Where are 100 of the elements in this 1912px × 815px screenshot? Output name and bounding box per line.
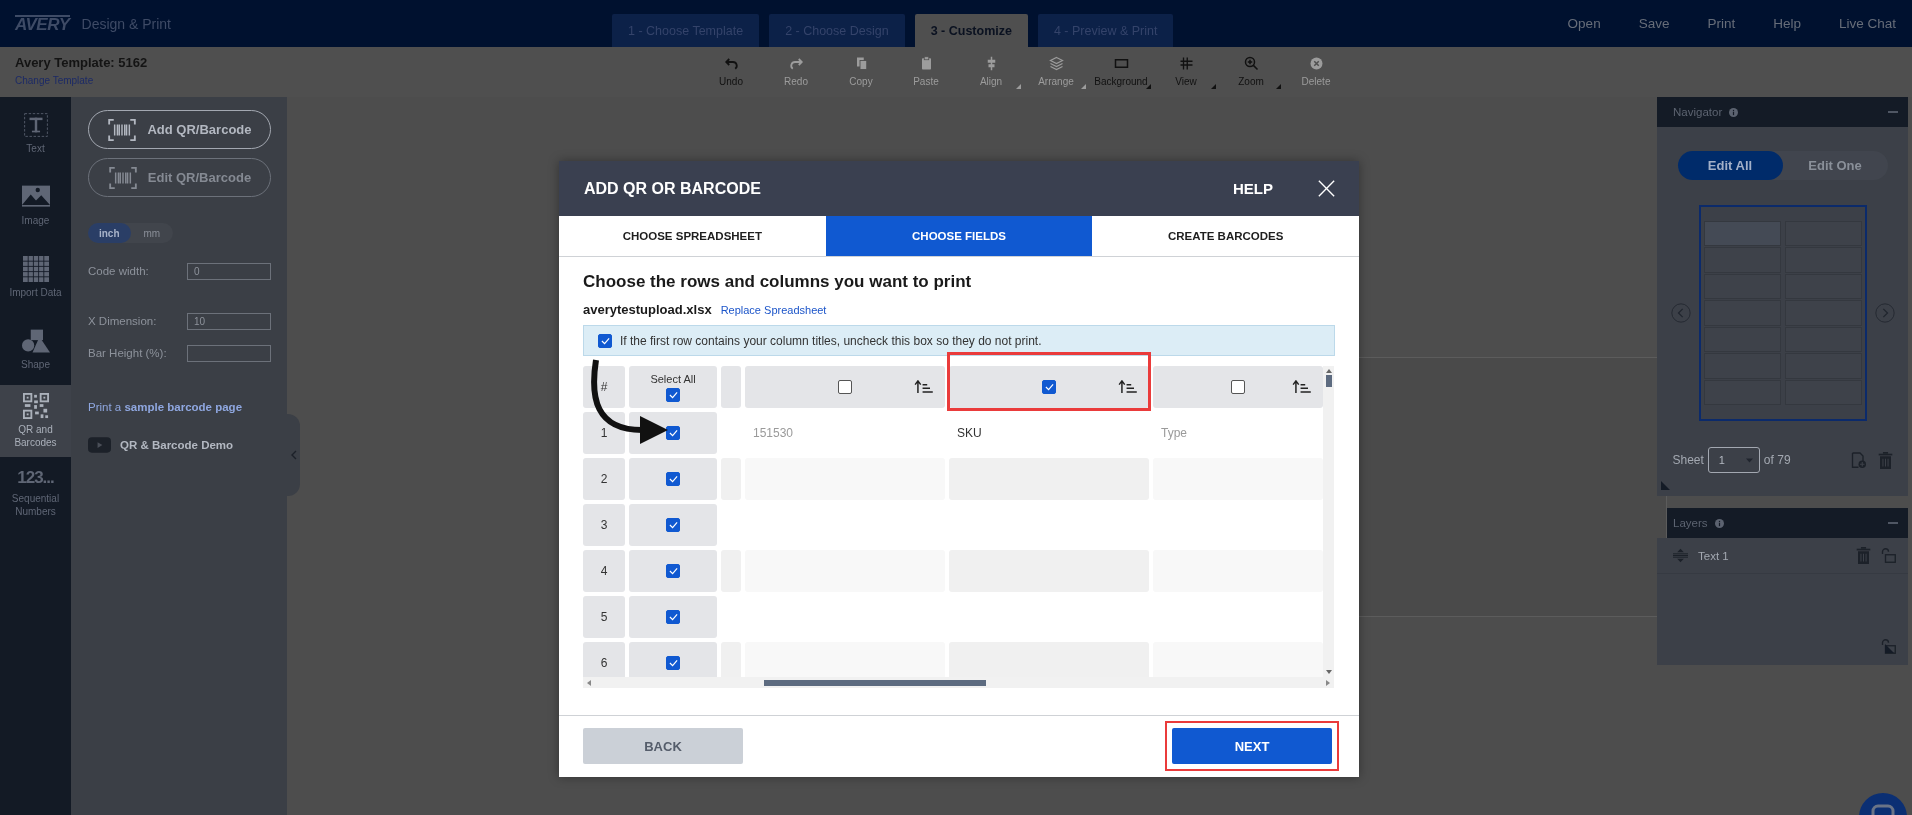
close-icon[interactable]	[1318, 180, 1335, 197]
rail-tab[interactable]: 123... Sequential Numbers	[0, 457, 71, 529]
mode-toggle[interactable]: Edit All	[1677, 151, 1783, 180]
nav-link[interactable]: Live Chat	[1838, 16, 1896, 31]
arrange-icon	[1048, 56, 1064, 71]
barcode-icon	[107, 118, 138, 141]
toolbar-button[interactable]: Background	[1095, 47, 1147, 97]
checkbox[interactable]	[1042, 380, 1056, 394]
checkbox[interactable]	[666, 472, 680, 486]
redo-icon	[788, 56, 804, 71]
template-title: Avery Template: 5162	[15, 55, 149, 70]
brand-logo[interactable]: AVERY	[15, 14, 70, 33]
help-link[interactable]: HELP	[1233, 180, 1273, 197]
scroll-up-icon[interactable]	[1325, 369, 1332, 373]
checkbox[interactable]	[666, 564, 680, 578]
checkbox[interactable]	[1231, 380, 1245, 394]
nav-link[interactable]: Help	[1773, 16, 1801, 31]
unit-option[interactable]: mm	[130, 223, 173, 243]
file-name: averytestupload.xlsx	[583, 302, 712, 317]
row-number: 1	[583, 412, 625, 454]
input-field[interactable]: 0	[187, 262, 271, 280]
barcode-icon	[107, 166, 138, 189]
demo-video-link[interactable]: QR & Barcode Demo	[120, 439, 234, 451]
zoom-icon	[1243, 56, 1259, 71]
field-label: Bar Height (%):	[88, 347, 167, 359]
qr-code-icon	[21, 393, 50, 419]
rail-tab[interactable]: Text	[0, 97, 71, 169]
panel-title: Navigator	[1673, 106, 1723, 118]
sheet-label: Sheet	[1672, 453, 1704, 467]
scroll-down-icon[interactable]	[1325, 670, 1332, 674]
vertical-scrollbar[interactable]	[1323, 366, 1334, 677]
rail-tab[interactable]: QR and Barcodes	[0, 385, 71, 457]
menu-corner-icon	[1276, 84, 1281, 89]
scrollbar-thumb[interactable]	[1325, 375, 1332, 387]
row-number: 4	[583, 550, 625, 592]
toolbar-button[interactable]: Undo	[705, 47, 757, 97]
info-text: If the first row contains your column titles, uncheck this box so they do not print.	[620, 333, 1042, 348]
image-icon	[21, 183, 50, 210]
checkbox[interactable]	[838, 380, 852, 394]
scrollbar-thumb[interactable]	[764, 679, 986, 686]
field-label: Code width:	[88, 265, 149, 277]
menu-corner-icon	[1016, 84, 1021, 89]
toolbar-button[interactable]: View	[1160, 47, 1212, 97]
rail-tab[interactable]: Import Data	[0, 241, 71, 313]
sheet-count: of 79	[1763, 453, 1791, 467]
undo-icon	[723, 56, 739, 71]
row-number: 5	[583, 596, 625, 638]
video-play-icon	[88, 437, 111, 453]
rail-tab[interactable]: Shape	[0, 313, 71, 385]
layer-name[interactable]: Text 1	[1698, 549, 1729, 562]
text-tool-icon	[21, 111, 50, 138]
wizard-tab[interactable]: CHOOSE FIELDS	[825, 216, 1093, 256]
scroll-right-icon[interactable]	[1326, 679, 1330, 686]
nav-link[interactable]: Open	[1567, 16, 1601, 31]
rail-tab[interactable]: Image	[0, 169, 71, 241]
toolbar-button[interactable]: Zoom	[1225, 47, 1277, 97]
menu-corner-icon	[1081, 84, 1086, 89]
sort-icon[interactable]	[914, 380, 933, 393]
input-field[interactable]: 10	[187, 312, 271, 330]
product-name: Design & Print	[81, 15, 171, 32]
dialog-title: ADD QR OR BARCODE	[584, 179, 761, 198]
menu-corner-icon	[1146, 84, 1151, 89]
checkbox[interactable]	[666, 610, 680, 624]
step-tab[interactable]: 3 - Customize	[914, 14, 1028, 47]
next-button[interactable]: NEXT	[1172, 728, 1332, 764]
checkbox[interactable]	[666, 426, 680, 440]
select-all-label: Select All	[650, 372, 696, 385]
input-field[interactable]	[187, 344, 271, 362]
checkbox[interactable]	[666, 387, 680, 402]
row-number: 2	[583, 458, 625, 500]
panel-title: Layers	[1673, 517, 1708, 529]
collapse-handle[interactable]	[287, 414, 300, 496]
column-header	[721, 366, 741, 408]
sheet-thumbnail-drawing[interactable]	[1698, 205, 1867, 421]
checkbox[interactable]	[666, 656, 680, 670]
sheet-select[interactable]: 1	[1707, 447, 1760, 473]
mode-toggle[interactable]: Edit One	[1782, 151, 1888, 180]
row-number: 6	[583, 642, 625, 677]
back-button[interactable]: BACK	[583, 728, 743, 764]
scroll-left-icon[interactable]	[587, 679, 591, 686]
unit-option[interactable]: inch	[88, 223, 131, 243]
dialog-heading: Choose the rows and columns you want to print	[583, 272, 973, 292]
view-icon	[1178, 56, 1194, 71]
checkbox[interactable]	[598, 333, 612, 348]
table-grid-icon	[21, 255, 50, 282]
info-icon	[1729, 107, 1739, 117]
sample-page-link[interactable]: Print a sample barcode page	[88, 401, 271, 413]
chevron-left-icon	[290, 450, 297, 460]
nav-link[interactable]: Print	[1707, 16, 1736, 31]
sort-icon[interactable]	[1292, 380, 1311, 393]
numbers-glyph: 123...	[17, 468, 54, 488]
horizontal-scrollbar[interactable]	[583, 677, 1334, 688]
delete-icon	[1308, 56, 1324, 71]
field-label: X Dimension:	[88, 315, 157, 327]
caret-icon	[1745, 457, 1753, 463]
info-icon	[1714, 518, 1724, 528]
nav-link[interactable]: Save	[1638, 16, 1670, 31]
sort-icon[interactable]	[1118, 380, 1137, 393]
replace-spreadsheet-link[interactable]: Replace Spreadsheet	[720, 304, 827, 316]
checkbox[interactable]	[666, 518, 680, 532]
